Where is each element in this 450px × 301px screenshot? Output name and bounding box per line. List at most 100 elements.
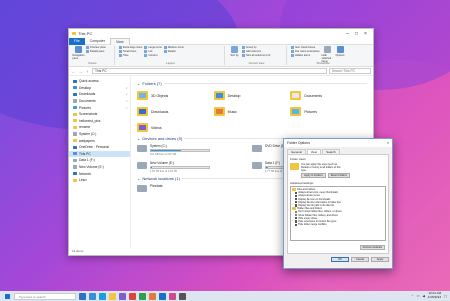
folder-item[interactable]: Documents bbox=[290, 89, 367, 102]
nav-item-label: This PC bbox=[79, 151, 91, 156]
checkbox[interactable] bbox=[295, 217, 298, 220]
nav-item[interactable]: Quick access bbox=[69, 78, 130, 85]
navigation-pane-icon bbox=[75, 46, 82, 53]
checkbox[interactable] bbox=[295, 194, 298, 198]
chevron-up-icon[interactable]: ⌃ bbox=[411, 294, 414, 298]
layout-extra-large-icons[interactable]: Extra large icons bbox=[119, 46, 142, 49]
reset-folders-button[interactable]: Reset Folders bbox=[327, 173, 350, 178]
layout-small-icons[interactable]: Small icons bbox=[119, 50, 142, 53]
tab-view[interactable]: View bbox=[110, 37, 130, 45]
layout-content[interactable]: Content bbox=[144, 54, 161, 57]
layout-medium-icons[interactable]: Medium icons bbox=[164, 46, 184, 49]
taskbar-app-icon[interactable] bbox=[139, 292, 146, 300]
panes-group: Navigation pane Preview pane Details pan… bbox=[71, 46, 115, 65]
nav-item[interactable]: New Volume (E:) bbox=[69, 164, 130, 171]
nav-item[interactable]: Screenshots bbox=[69, 111, 130, 118]
file-extensions-toggle[interactable]: File name extensions bbox=[291, 50, 320, 53]
folder-item[interactable]: Videos bbox=[137, 121, 214, 134]
nav-item[interactable]: Network bbox=[69, 170, 130, 177]
nav-item[interactable]: Linux bbox=[69, 177, 130, 184]
ok-button[interactable]: OK bbox=[331, 257, 349, 262]
taskbar-app-icon[interactable] bbox=[119, 292, 126, 300]
drives-header-label: Devices and drives (5) bbox=[142, 136, 183, 141]
nav-item-label: Screenshots bbox=[79, 112, 98, 117]
folder-item[interactable]: Music bbox=[213, 105, 291, 118]
folder-item[interactable]: Pictures bbox=[290, 105, 367, 118]
folder-item[interactable]: Desktop bbox=[213, 89, 291, 102]
forward-arrow-icon[interactable]: → bbox=[78, 69, 83, 74]
tab-file[interactable]: File bbox=[69, 37, 85, 45]
nav-item[interactable]: Downloads ✓ bbox=[69, 91, 130, 98]
cancel-button[interactable]: Cancel bbox=[351, 257, 369, 262]
checkbox[interactable] bbox=[295, 220, 298, 223]
taskbar-app-icon[interactable] bbox=[169, 292, 176, 300]
maximize-button[interactable]: □ bbox=[352, 29, 361, 38]
checkbox[interactable] bbox=[295, 201, 298, 204]
address-bar[interactable]: This PC bbox=[92, 68, 327, 74]
group-label-current-view: Current view bbox=[248, 61, 265, 65]
checkbox[interactable] bbox=[295, 191, 298, 194]
nav-item[interactable]: Pictures ✓ bbox=[69, 104, 130, 111]
taskbar-app-icon[interactable] bbox=[159, 292, 166, 300]
close-button[interactable]: × bbox=[361, 29, 370, 38]
nav-item[interactable]: System (C:) bbox=[69, 131, 130, 138]
checkbox[interactable] bbox=[295, 198, 298, 201]
taskbar-app-icon[interactable] bbox=[179, 292, 186, 300]
nav-item-icon bbox=[73, 125, 77, 130]
preview-pane-button[interactable]: Preview pane bbox=[86, 46, 106, 49]
close-icon[interactable]: × bbox=[387, 141, 389, 145]
group-by-button[interactable]: Group by bbox=[242, 46, 270, 49]
taskbar-app-icon[interactable] bbox=[109, 292, 116, 300]
pin-icon: ✓ bbox=[125, 92, 128, 97]
folder-item[interactable]: Downloads bbox=[137, 105, 214, 118]
dialog-title-bar: Folder Options × bbox=[284, 139, 392, 147]
up-arrow-icon[interactable]: ↑ bbox=[85, 69, 90, 74]
details-pane-button[interactable]: Details pane bbox=[86, 50, 106, 53]
notifications-icon[interactable]: ▢ bbox=[444, 294, 447, 298]
nav-item[interactable]: This PC bbox=[69, 150, 130, 158]
clock[interactable]: 10:01 AM 4/15/2024 bbox=[428, 292, 441, 299]
taskbar-app-icon[interactable] bbox=[89, 292, 96, 300]
advanced-setting[interactable]: Hide folder merge conflicts bbox=[292, 223, 384, 226]
nav-item[interactable]: Documents ✓ bbox=[69, 98, 130, 105]
network-icon[interactable]: ▭ bbox=[417, 294, 420, 298]
apply-button[interactable]: Apply bbox=[371, 257, 389, 262]
nav-item[interactable]: OneDrive - Personal bbox=[69, 144, 130, 151]
nav-item-icon bbox=[73, 112, 77, 116]
nav-item[interactable]: wallpapers bbox=[69, 137, 130, 144]
taskbar-search[interactable]: Type here to search bbox=[14, 292, 76, 300]
restore-defaults-button[interactable]: Restore Defaults bbox=[359, 245, 385, 250]
drive-item[interactable]: New Volume (E:) 1.81 TB free of 1.81 TB bbox=[137, 161, 252, 174]
hidden-items-toggle[interactable]: Hidden items bbox=[291, 54, 320, 57]
back-arrow-icon[interactable]: ← bbox=[71, 69, 76, 74]
nav-item-label: Downloads bbox=[79, 92, 96, 97]
size-columns-button[interactable]: Size all columns to fit bbox=[242, 54, 270, 57]
nav-item[interactable]: Data 1 (F:) bbox=[69, 157, 130, 164]
tab-computer[interactable]: Computer bbox=[85, 38, 110, 45]
folders-section-header[interactable]: ⌄ Folders (7) bbox=[137, 81, 367, 86]
volume-icon[interactable]: ◀ bbox=[422, 294, 424, 298]
taskbar-app-icon[interactable] bbox=[79, 292, 86, 300]
nav-item[interactable]: helloexist_pics bbox=[69, 118, 130, 125]
nav-item-icon bbox=[73, 99, 77, 103]
apply-to-folders-button[interactable]: Apply to Folders bbox=[301, 173, 326, 178]
nav-item[interactable]: rename bbox=[69, 124, 130, 131]
taskbar-app-icon[interactable] bbox=[99, 292, 106, 300]
layout-tiles[interactable]: Tiles bbox=[119, 54, 142, 57]
item-checkboxes-toggle[interactable]: Item check boxes bbox=[291, 46, 320, 49]
search-input[interactable]: Search This PC bbox=[329, 68, 371, 74]
start-button[interactable] bbox=[3, 292, 11, 300]
window-title: This PC bbox=[78, 31, 93, 36]
minimize-button[interactable]: – bbox=[343, 29, 352, 38]
taskbar-app-icon[interactable] bbox=[149, 292, 156, 300]
folder-item[interactable]: 3D Objects bbox=[137, 89, 214, 102]
network-item[interactable]: Plexdata bbox=[137, 184, 252, 197]
nav-item[interactable]: Desktop ✓ bbox=[69, 85, 130, 92]
layout-details[interactable]: Details bbox=[164, 50, 184, 53]
taskbar-app-icon[interactable] bbox=[129, 292, 136, 300]
layout-list[interactable]: List bbox=[144, 50, 161, 53]
checkbox[interactable] bbox=[295, 223, 298, 226]
add-columns-button[interactable]: Add columns bbox=[242, 50, 270, 53]
layout-large-icons[interactable]: Large icons bbox=[144, 46, 161, 49]
drive-item[interactable]: System (C:) 114 GB free of 237 GB bbox=[137, 144, 252, 157]
